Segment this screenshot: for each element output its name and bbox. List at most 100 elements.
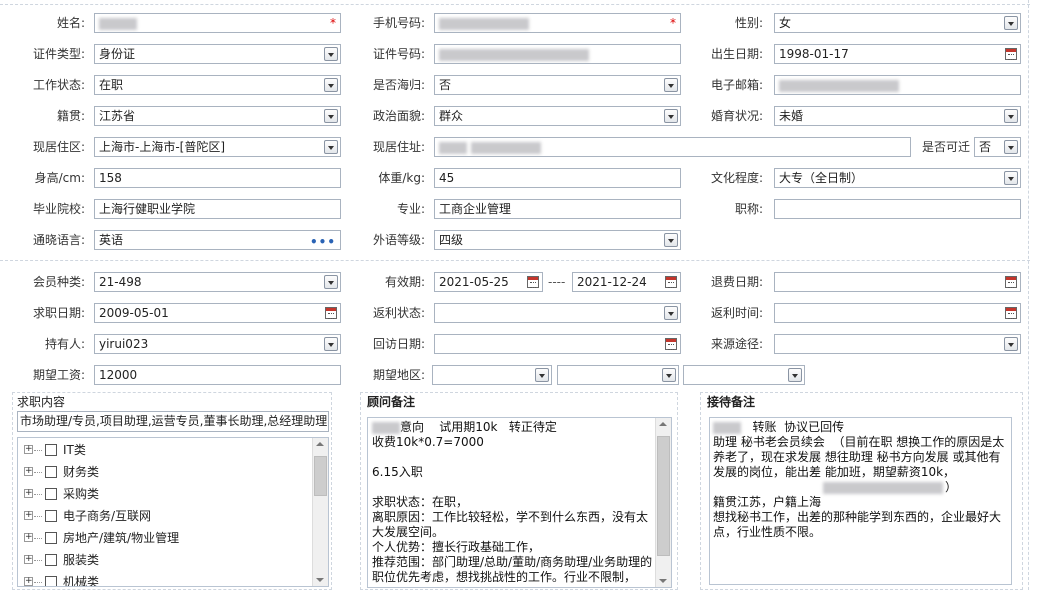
chevron-down-icon[interactable] (664, 78, 678, 92)
refund-date-input[interactable] (774, 272, 1021, 292)
chevron-down-icon[interactable] (1004, 140, 1018, 154)
expand-icon[interactable]: + (24, 555, 33, 564)
scroll-up-icon[interactable] (659, 422, 667, 426)
rebate-time-input[interactable] (774, 303, 1021, 323)
scrollbar-thumb[interactable] (314, 456, 327, 496)
job-content-summary[interactable]: 市场助理/专员,项目助理,运营专员,董事长助理,总经理助理 (17, 411, 329, 432)
calendar-icon[interactable] (1005, 48, 1017, 60)
expand-icon[interactable]: + (24, 489, 33, 498)
expand-icon[interactable]: + (24, 511, 33, 520)
title-input[interactable] (774, 199, 1021, 219)
tree-item[interactable]: + 房地产/建筑/物业管理 (18, 527, 308, 549)
chevron-down-icon[interactable] (664, 109, 678, 123)
checkbox[interactable] (45, 554, 57, 566)
idno-input[interactable] (434, 44, 681, 64)
checkbox[interactable] (45, 576, 57, 586)
calendar-icon[interactable] (1005, 276, 1017, 288)
calendar-icon[interactable] (665, 276, 677, 288)
scroll-down-icon[interactable] (659, 579, 667, 583)
idtype-select[interactable]: 身份证 (94, 44, 341, 64)
rebate-status-select[interactable] (434, 303, 681, 323)
more-options-icon[interactable]: ••• (310, 233, 336, 249)
chevron-down-icon[interactable] (1004, 109, 1018, 123)
foreign-level-select[interactable]: 四级 (434, 230, 681, 250)
salary-input[interactable]: 12000 (94, 365, 341, 385)
chevron-down-icon[interactable] (1004, 16, 1018, 30)
chevron-down-icon[interactable] (324, 140, 338, 154)
gender-select[interactable]: 女 (774, 13, 1021, 33)
calendar-icon[interactable] (527, 276, 539, 288)
chevron-down-icon[interactable] (324, 78, 338, 92)
tree-item[interactable]: + 机械类 (18, 571, 308, 586)
revisit-date-input[interactable] (434, 334, 681, 354)
job-content-summary-text: 市场助理/专员,项目助理,运营专员,董事长助理,总经理助理 (20, 414, 328, 428)
scroll-down-icon[interactable] (316, 578, 324, 582)
chevron-down-icon[interactable] (535, 368, 549, 382)
chevron-down-icon[interactable] (324, 275, 338, 289)
chevron-down-icon[interactable] (324, 337, 338, 351)
tree-item[interactable]: + IT类 (18, 439, 308, 461)
language-input[interactable]: 英语 ••• (94, 230, 341, 250)
chevron-down-icon[interactable] (324, 109, 338, 123)
tree-item-label: 财务类 (63, 465, 100, 479)
expand-icon[interactable]: + (24, 467, 33, 476)
source-label: 来源途径: (710, 337, 763, 351)
valid-from-input[interactable]: 2021-05-25 (434, 272, 543, 292)
checkbox[interactable] (45, 488, 57, 500)
scrollbar[interactable] (655, 418, 671, 587)
chevron-down-icon[interactable] (664, 233, 678, 247)
region-province-select[interactable] (432, 365, 552, 385)
job-category-tree[interactable]: + IT类 + 财务类 + 采购类 + 电子商务/互联网 + 房地产/建筑/物业管理 + 服… (17, 437, 329, 587)
email-input[interactable] (774, 75, 1021, 95)
region-city-select[interactable] (557, 365, 679, 385)
chevron-down-icon[interactable] (662, 368, 676, 382)
relocate-select[interactable]: 否 (974, 137, 1021, 157)
calendar-icon[interactable] (325, 307, 337, 319)
valid-to-input[interactable]: 2021-12-24 (572, 272, 681, 292)
chevron-down-icon[interactable] (324, 47, 338, 61)
tree-item[interactable]: + 电子商务/互联网 (18, 505, 308, 527)
phone-input[interactable]: * (434, 13, 681, 33)
school-input[interactable]: 上海行健职业学院 (94, 199, 341, 219)
workstatus-select[interactable]: 在职 (94, 75, 341, 95)
advisor-notes-textarea[interactable]: 意向 试用期10k 转正待定 收费10k*0.7=7000 6.15入职 求职状… (367, 417, 672, 588)
returnee-select[interactable]: 否 (434, 75, 681, 95)
member-type-select[interactable]: 21-498 (94, 272, 341, 292)
native-select[interactable]: 江苏省 (94, 106, 341, 126)
source-select[interactable] (774, 334, 1021, 354)
major-input[interactable]: 工商企业管理 (434, 199, 681, 219)
checkbox[interactable] (45, 510, 57, 522)
chevron-down-icon[interactable] (1004, 337, 1018, 351)
chevron-down-icon[interactable] (788, 368, 802, 382)
expand-icon[interactable]: + (24, 577, 33, 586)
holder-select[interactable]: yirui023 (94, 334, 341, 354)
scrollbar-thumb[interactable] (657, 436, 670, 556)
height-input[interactable]: 158 (94, 168, 341, 188)
political-select[interactable]: 群众 (434, 106, 681, 126)
scroll-up-icon[interactable] (316, 442, 324, 446)
education-select[interactable]: 大专（全日制） (774, 168, 1021, 188)
reception-notes-textarea[interactable]: 转账 协议已回传 助理 秘书老会员续会 （目前在职 想换工作的原因是太养老了，现… (709, 417, 1012, 585)
tree-item[interactable]: + 财务类 (18, 461, 308, 483)
tree-item[interactable]: + 采购类 (18, 483, 308, 505)
chevron-down-icon[interactable] (664, 306, 678, 320)
address-input[interactable] (434, 137, 911, 157)
checkbox[interactable] (45, 532, 57, 544)
weight-input[interactable]: 45 (434, 168, 681, 188)
birth-date-input[interactable]: 1998-01-17 (774, 44, 1021, 64)
native-value: 江苏省 (99, 109, 136, 123)
checkbox[interactable] (45, 466, 57, 478)
expand-icon[interactable]: + (24, 533, 33, 542)
expand-icon[interactable]: + (24, 445, 33, 454)
calendar-icon[interactable] (665, 338, 677, 350)
jobseek-date-input[interactable]: 2009-05-01 (94, 303, 341, 323)
region-district-select[interactable] (683, 365, 805, 385)
chevron-down-icon[interactable] (1004, 171, 1018, 185)
tree-item[interactable]: + 服装类 (18, 549, 308, 571)
residence-select[interactable]: 上海市-上海市-[普陀区] (94, 137, 341, 157)
calendar-icon[interactable] (1005, 307, 1017, 319)
name-input[interactable]: * (94, 13, 341, 33)
scrollbar[interactable] (312, 438, 328, 586)
marital-select[interactable]: 未婚 (774, 106, 1021, 126)
checkbox[interactable] (45, 444, 57, 456)
